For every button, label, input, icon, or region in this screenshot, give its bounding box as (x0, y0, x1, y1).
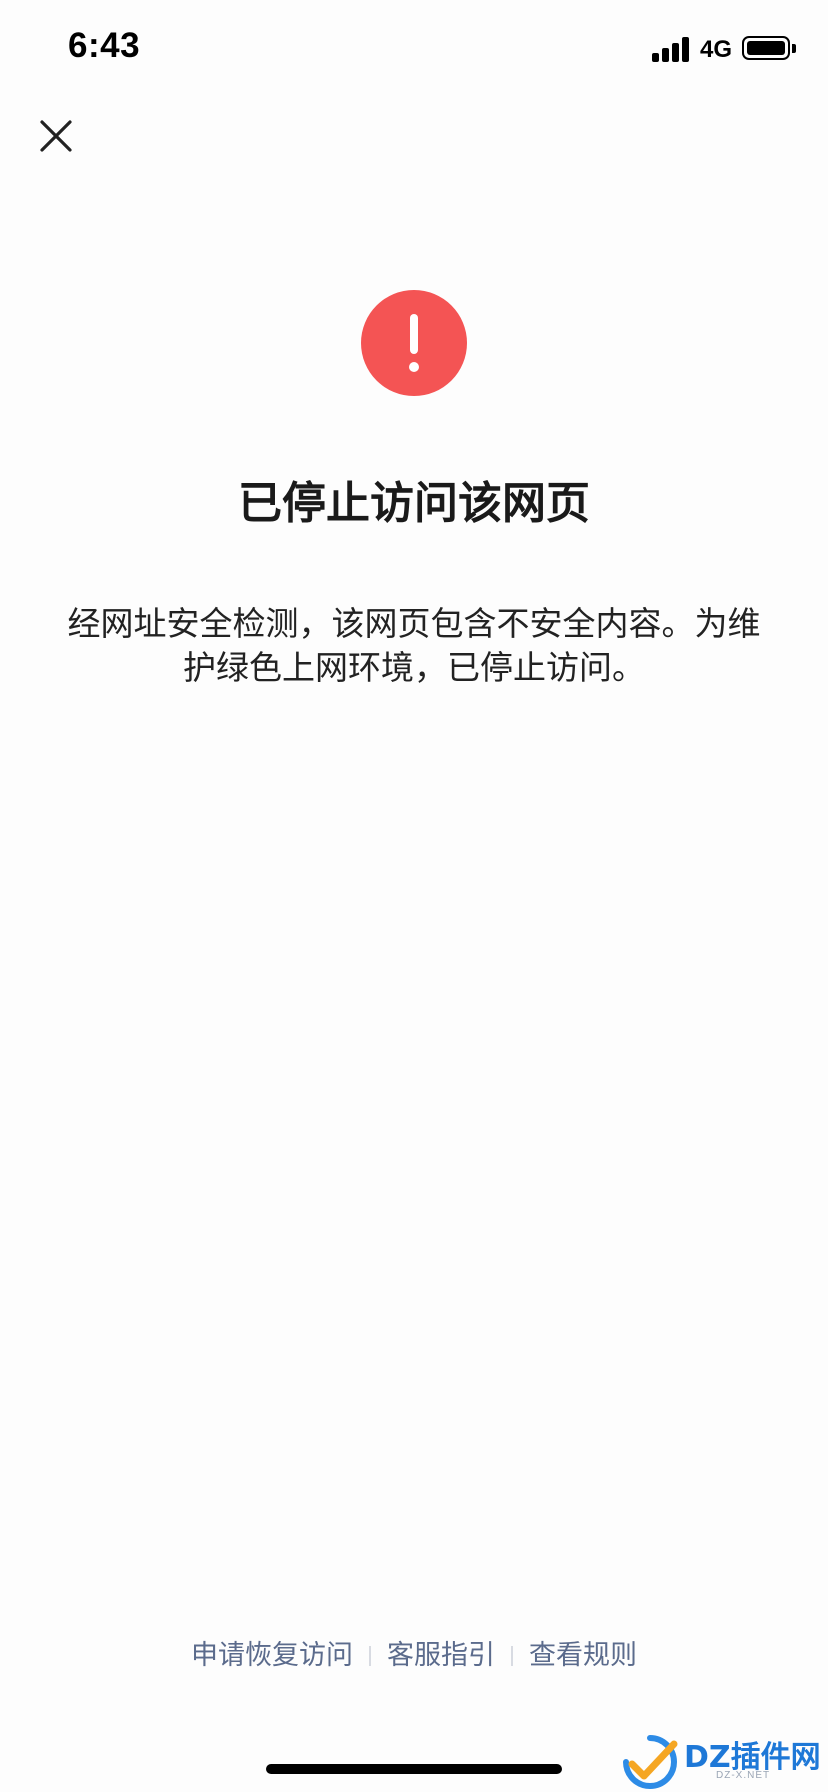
battery-icon (742, 36, 790, 60)
view-rules-link[interactable]: 查看规则 (529, 1636, 637, 1676)
request-restore-link[interactable]: 申请恢复访问 (191, 1636, 353, 1676)
close-button[interactable] (30, 108, 82, 160)
checkmark-logo-icon (623, 1735, 678, 1789)
status-bar: 6:43 4G (0, 0, 828, 100)
home-indicator[interactable] (266, 1764, 562, 1774)
watermark-logo: DZ插件网 DZ-X.NET (618, 1732, 826, 1792)
exclamation-icon (361, 290, 467, 396)
network-type: 4G (700, 36, 733, 63)
signal-icon (652, 36, 692, 62)
page-title: 已停止访问该网页 (238, 478, 590, 529)
support-guide-link[interactable]: 客服指引 (387, 1636, 495, 1676)
page-description: 经网址安全检测，该网页包含不安全内容。为维护绿色上网环境，已停止访问。 (67, 604, 761, 687)
watermark-subtext: DZ-X.NET (716, 1770, 771, 1781)
divider (369, 1646, 371, 1666)
close-icon (40, 120, 72, 152)
status-time: 6:43 (68, 26, 141, 65)
divider (511, 1646, 513, 1666)
footer-links: 申请恢复访问 客服指引 查看规则 (0, 1636, 828, 1676)
battery-cap (792, 44, 796, 53)
